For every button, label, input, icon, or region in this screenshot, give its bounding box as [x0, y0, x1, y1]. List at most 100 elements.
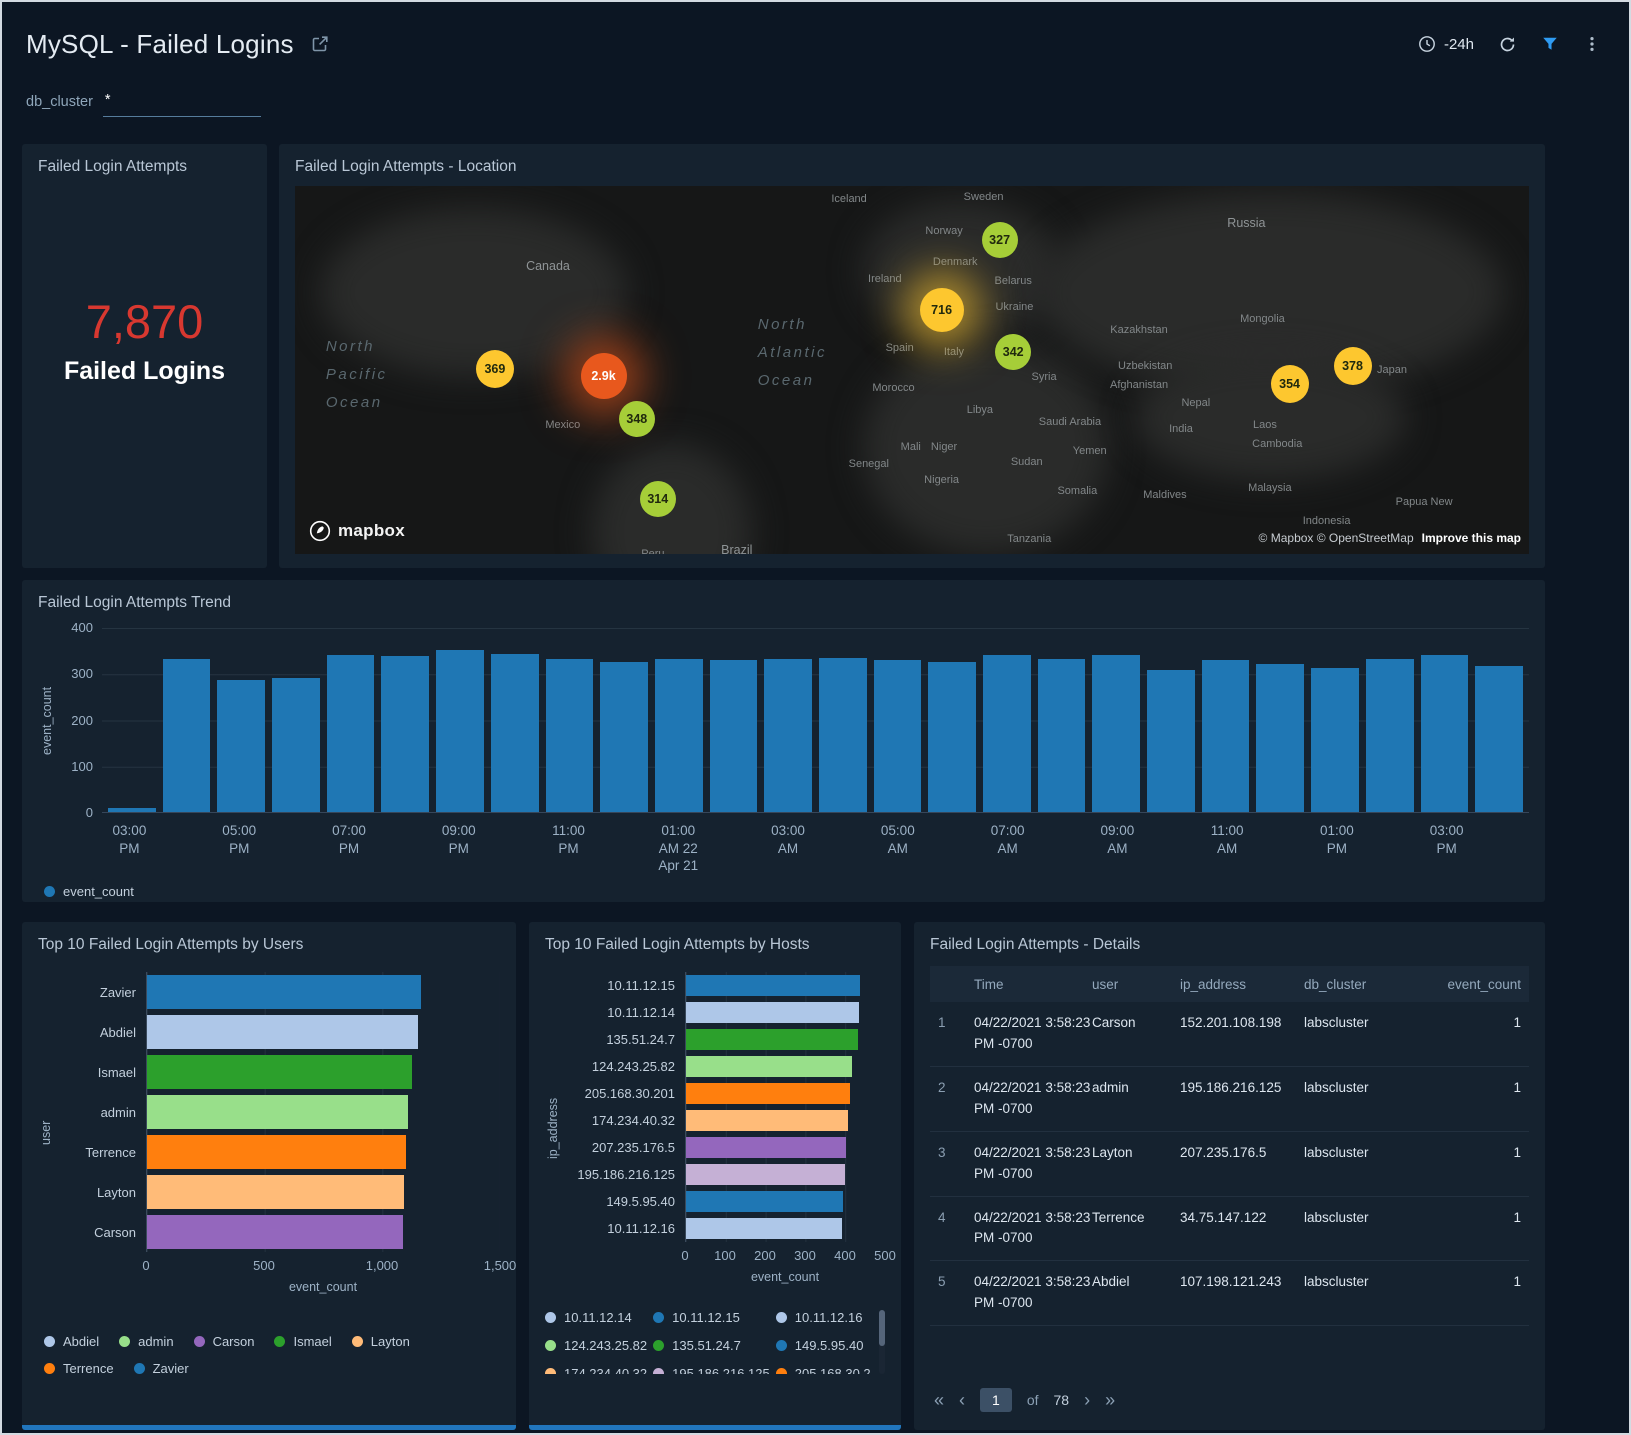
- map-cluster-bubble[interactable]: 342: [995, 334, 1031, 370]
- map-cluster-bubble[interactable]: 348: [619, 401, 655, 437]
- legend-item[interactable]: Carson: [194, 1334, 255, 1349]
- details-table-row[interactable]: 504/22/2021 3:58:23 PM -0700Abdiel107.19…: [930, 1261, 1529, 1326]
- filter-icon[interactable]: [1541, 35, 1559, 53]
- world-map[interactable]: IcelandSwedenNorwayRussiaDenmarkIrelandB…: [295, 186, 1529, 554]
- trend-bar[interactable]: [1366, 659, 1414, 812]
- legend-item[interactable]: 124.243.25.82: [545, 1338, 647, 1353]
- users-x-ticks: 05001,0001,500: [146, 1258, 500, 1278]
- details-table-row[interactable]: 104/22/2021 3:58:23 PM -0700Carson152.20…: [930, 1002, 1529, 1067]
- details-table-row[interactable]: 404/22/2021 3:58:23 PM -0700Terrence34.7…: [930, 1197, 1529, 1262]
- refresh-icon[interactable]: [1498, 35, 1517, 54]
- horizontal-scrollbar[interactable]: [22, 1425, 516, 1430]
- trend-bar[interactable]: [546, 659, 594, 812]
- trend-bar[interactable]: [600, 662, 648, 812]
- share-icon[interactable]: [310, 34, 330, 54]
- trend-bar[interactable]: [655, 659, 703, 812]
- hbar-bar[interactable]: [147, 1015, 418, 1049]
- trend-bar[interactable]: [764, 659, 812, 812]
- hbar-bar[interactable]: [147, 1135, 406, 1169]
- legend-item[interactable]: 205.168.30.201: [776, 1366, 871, 1374]
- legend-dot-icon: [134, 1363, 145, 1374]
- trend-bar[interactable]: [1311, 668, 1359, 812]
- map-country-label: Peru: [641, 548, 664, 554]
- trend-bar[interactable]: [327, 655, 375, 812]
- legend-item[interactable]: 10.11.12.16: [776, 1310, 871, 1325]
- map-cluster-bubble[interactable]: 716: [920, 288, 964, 332]
- hbar-bar[interactable]: [147, 1215, 403, 1249]
- trend-bar[interactable]: [1038, 659, 1086, 812]
- hbar-bar[interactable]: [147, 1055, 412, 1089]
- trend-bar[interactable]: [1475, 666, 1523, 812]
- trend-bar[interactable]: [272, 678, 320, 812]
- hbar-bar[interactable]: [686, 1218, 842, 1239]
- hbar-bar[interactable]: [686, 1056, 852, 1077]
- details-cell: 3: [938, 1143, 974, 1164]
- legend-item[interactable]: event_count: [44, 884, 134, 899]
- legend-item[interactable]: 149.5.95.40: [776, 1338, 871, 1353]
- hbar-bar[interactable]: [686, 1191, 843, 1212]
- dashboard-header: MySQL - Failed Logins -24h: [2, 2, 1629, 86]
- trend-bar[interactable]: [1256, 664, 1304, 812]
- trend-bar[interactable]: [819, 658, 867, 812]
- legend-item[interactable]: Layton: [352, 1334, 410, 1349]
- legend-item[interactable]: Ismael: [274, 1334, 331, 1349]
- trend-bar[interactable]: [108, 808, 156, 812]
- hbar-bar[interactable]: [147, 975, 421, 1009]
- details-table-row[interactable]: 304/22/2021 3:58:23 PM -0700Layton207.23…: [930, 1132, 1529, 1197]
- map-cluster-bubble[interactable]: 314: [640, 481, 676, 517]
- legend-vertical-scrollbar[interactable]: [879, 1310, 885, 1374]
- legend-item[interactable]: Terrence: [44, 1361, 114, 1376]
- legend-item[interactable]: 10.11.12.14: [545, 1310, 647, 1325]
- legend-item[interactable]: Abdiel: [44, 1334, 99, 1349]
- hbar-bar[interactable]: [686, 1137, 846, 1158]
- map-cluster-bubble[interactable]: 378: [1334, 347, 1372, 385]
- scrollbar-thumb[interactable]: [879, 1310, 885, 1346]
- filter-input[interactable]: *: [103, 92, 261, 117]
- hbar-bar[interactable]: [147, 1095, 408, 1129]
- hbar-bar[interactable]: [686, 1083, 850, 1104]
- prev-page-button[interactable]: ‹: [959, 1391, 965, 1409]
- hbar-bar[interactable]: [686, 1029, 858, 1050]
- trend-bar[interactable]: [710, 660, 758, 812]
- trend-bar[interactable]: [874, 660, 922, 812]
- map-cluster-bubble[interactable]: 354: [1271, 365, 1309, 403]
- trend-bar[interactable]: [1421, 655, 1469, 812]
- trend-bar[interactable]: [436, 650, 484, 812]
- map-cluster-bubble[interactable]: 327: [982, 222, 1018, 258]
- hbar-bar[interactable]: [686, 1164, 845, 1185]
- legend-item[interactable]: Zavier: [134, 1361, 189, 1376]
- trend-bar[interactable]: [163, 659, 211, 812]
- legend-item[interactable]: admin: [119, 1334, 173, 1349]
- trend-bar[interactable]: [491, 654, 539, 812]
- legend-item[interactable]: 174.234.40.32: [545, 1366, 647, 1374]
- map-attribution-text[interactable]: © Mapbox © OpenStreetMap: [1259, 531, 1414, 545]
- details-table-row[interactable]: 204/22/2021 3:58:23 PM -0700admin195.186…: [930, 1067, 1529, 1132]
- legend-label: Terrence: [63, 1361, 114, 1376]
- first-page-button[interactable]: «: [934, 1391, 944, 1409]
- horizontal-scrollbar[interactable]: [529, 1425, 901, 1430]
- hbar-bar[interactable]: [686, 975, 860, 996]
- legend-item[interactable]: 135.51.24.7: [653, 1338, 770, 1353]
- map-cluster-bubble[interactable]: 369: [476, 350, 514, 388]
- time-range-control[interactable]: -24h: [1418, 35, 1474, 53]
- kebab-menu-icon[interactable]: [1583, 35, 1601, 53]
- trend-bar[interactable]: [1147, 670, 1195, 812]
- trend-bar[interactable]: [1092, 655, 1140, 812]
- hbar-bar[interactable]: [686, 1002, 859, 1023]
- trend-bar[interactable]: [217, 680, 265, 812]
- hbar-bar[interactable]: [686, 1110, 848, 1131]
- next-page-button[interactable]: ›: [1084, 1391, 1090, 1409]
- legend-item[interactable]: 195.186.216.125: [653, 1366, 770, 1374]
- legend-item[interactable]: 10.11.12.15: [653, 1310, 770, 1325]
- trend-bar[interactable]: [983, 655, 1031, 812]
- mapbox-logo[interactable]: mapbox: [309, 520, 405, 542]
- last-page-button[interactable]: »: [1105, 1391, 1115, 1409]
- page-number-input[interactable]: 1: [980, 1388, 1012, 1412]
- map-cluster-bubble[interactable]: 2.9k: [581, 353, 627, 399]
- trend-bar[interactable]: [1202, 660, 1250, 812]
- improve-map-link[interactable]: Improve this map: [1422, 531, 1521, 545]
- filter-label: db_cluster: [26, 92, 93, 110]
- trend-bar[interactable]: [928, 662, 976, 812]
- trend-bar[interactable]: [381, 656, 429, 812]
- hbar-bar[interactable]: [147, 1175, 404, 1209]
